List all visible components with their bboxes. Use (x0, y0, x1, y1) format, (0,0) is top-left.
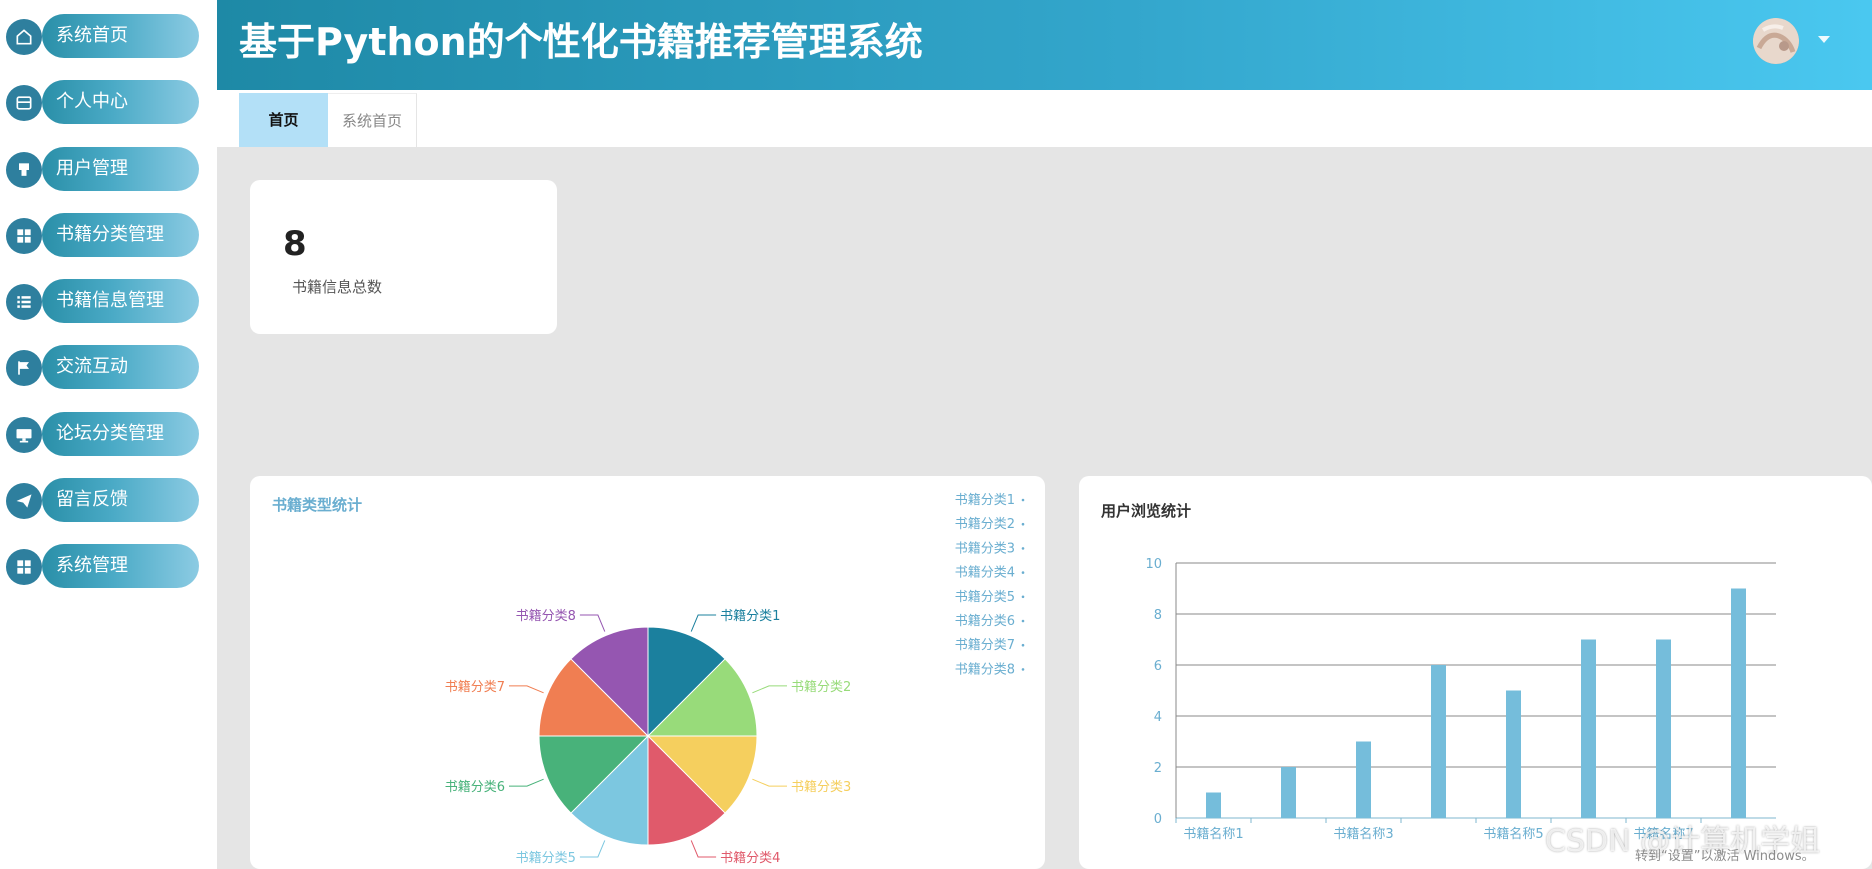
legend-marker (1021, 668, 1025, 671)
tab-system-home[interactable]: 系统首页 (328, 93, 417, 147)
y-tick-label: 0 (1154, 812, 1162, 827)
avatar-image (1753, 18, 1799, 64)
y-tick-label: 10 (1145, 557, 1162, 572)
sidebar-item-label: 论坛分类管理 (56, 422, 164, 444)
pie-label-line (509, 778, 544, 787)
sidebar-item-6[interactable]: 交流互动 (6, 345, 199, 390)
sidebar-item-label: 系统管理 (56, 555, 128, 576)
legend-item: 书籍分类2 (955, 516, 1015, 532)
tabs-bar: 首页 系统首页 (217, 90, 1872, 147)
caret-down-icon[interactable] (1817, 35, 1831, 45)
sidebar-item-2[interactable]: 个人中心 (6, 80, 199, 125)
y-tick-label: 6 (1154, 659, 1162, 674)
pie-label-line (579, 840, 606, 858)
pie-slice-label: 书籍分类2 (791, 679, 851, 695)
sidebar-item-9[interactable]: 系统管理 (6, 544, 199, 588)
x-tick-label: 书籍名称3 (1333, 826, 1393, 842)
bar (1206, 792, 1221, 818)
legend-item: 书籍分类3 (955, 540, 1015, 556)
sidebar-item-label: 书籍分类管理 (56, 223, 164, 245)
legend-marker (1021, 571, 1025, 574)
legend-item: 书籍分类8 (955, 661, 1015, 677)
stat-card-book-total: 8 书籍信息总数 (250, 180, 557, 334)
sidebar-item-1[interactable]: 系统首页 (6, 14, 199, 58)
pie-slice-label: 书籍分类5 (516, 850, 576, 866)
stamp-icon (6, 151, 42, 188)
pie-slice-label: 书籍分类7 (445, 679, 505, 695)
pie-slice-label: 书籍分类1 (720, 608, 780, 624)
app-title: 基于Python的个性化书籍推荐管理系统 (239, 20, 923, 64)
legend-marker (1021, 595, 1025, 599)
stat-value: 8 (283, 224, 307, 264)
pie-label-line (579, 614, 606, 632)
tab-home[interactable]: 首页 (239, 93, 328, 147)
legend-item: 书籍分类6 (955, 613, 1015, 629)
sidebar-item-7[interactable]: 论坛分类管理 (6, 411, 199, 456)
stat-label: 书籍信息总数 (292, 278, 383, 296)
paper-plane-icon (6, 482, 42, 519)
bar (1281, 767, 1296, 818)
pie-slice-label: 书籍分类8 (516, 608, 576, 624)
pie-label-line (752, 685, 787, 694)
sidebar-item-label: 交流互动 (56, 356, 128, 378)
grid-icon (6, 549, 42, 585)
top-header: 基于Python的个性化书籍推荐管理系统 (217, 0, 1872, 90)
bar (1431, 665, 1446, 818)
id-card-icon (6, 85, 42, 122)
home-icon (6, 19, 42, 55)
legend-item: 书籍分类5 (955, 589, 1015, 605)
y-tick-label: 8 (1154, 608, 1162, 623)
bar-chart-panel: 用户浏览统计 0 2 4 6 8 10 书籍名称1 书籍名称3 书籍名称5 书籍名称7 (1079, 476, 1872, 869)
sidebar-item-8[interactable]: 留言反馈 (6, 477, 199, 522)
flag-icon (6, 350, 42, 387)
sidebar-item-5[interactable]: 书籍信息管理 (6, 279, 199, 323)
sidebar-item-label: 留言反馈 (56, 488, 128, 510)
bar (1731, 588, 1746, 818)
monitor-icon (6, 416, 42, 453)
pie-chart: 书籍分类1 书籍分类2 书籍分类3 书籍分类4 书籍分类5 书籍分类6 书籍分类7 书籍分类8… (445, 492, 1025, 866)
bar (1581, 639, 1596, 818)
bar (1356, 741, 1371, 818)
list-icon (6, 284, 42, 320)
sidebar-item-label: 个人中心 (56, 91, 128, 113)
sidebar-item-label: 系统首页 (56, 25, 128, 46)
legend-marker (1021, 547, 1025, 550)
legend-marker (1021, 498, 1025, 502)
x-tick-label: 书籍名称5 (1483, 826, 1543, 842)
legend-marker (1021, 522, 1025, 526)
sidebar-item-label: 书籍信息管理 (56, 290, 164, 311)
legend-item: 书籍分类7 (955, 637, 1015, 653)
pie-chart-panel: 书籍类型统计 书籍分类1 书籍分类2 书籍分类3 书籍分类4 书籍分类5 书籍分类6 书籍分… (250, 476, 1045, 869)
legend-marker (1021, 643, 1025, 647)
sidebar: 系统首页个人中心用户管理书籍分类管理 书籍信息管理 交流互动论坛分类管理 留言反馈系统… (0, 0, 217, 869)
x-tick-label: 书籍名称1 (1183, 826, 1243, 842)
sidebar-item-3[interactable]: 用户管理 (6, 146, 199, 191)
bar (1656, 639, 1671, 818)
sidebar-item-4[interactable]: 书籍分类管理 (6, 212, 199, 257)
pie-label-line (690, 614, 717, 632)
pie-slice-label: 书籍分类6 (445, 779, 505, 795)
pie-label-line (509, 685, 544, 694)
legend-item: 书籍分类1 (955, 492, 1015, 508)
y-tick-label: 2 (1154, 761, 1162, 776)
pie-slice-label: 书籍分类4 (720, 850, 780, 866)
y-tick-label: 4 (1154, 710, 1162, 725)
bar-chart: 0246810书籍名称1 书籍名称3 书籍名称5 书籍名称7 (1145, 557, 1776, 842)
pie-slice-label: 书籍分类3 (791, 779, 851, 795)
pie-label-line (752, 778, 787, 787)
legend-item: 书籍分类4 (955, 565, 1015, 581)
bar (1506, 690, 1521, 818)
user-avatar[interactable] (1753, 18, 1799, 64)
grid-icon (6, 217, 42, 254)
pie-label-line (690, 840, 717, 858)
sidebar-item-label: 用户管理 (56, 157, 128, 179)
windows-activation-note: 转到“设置”以激活 Windows。 (1635, 849, 1815, 864)
legend-marker (1021, 619, 1025, 623)
